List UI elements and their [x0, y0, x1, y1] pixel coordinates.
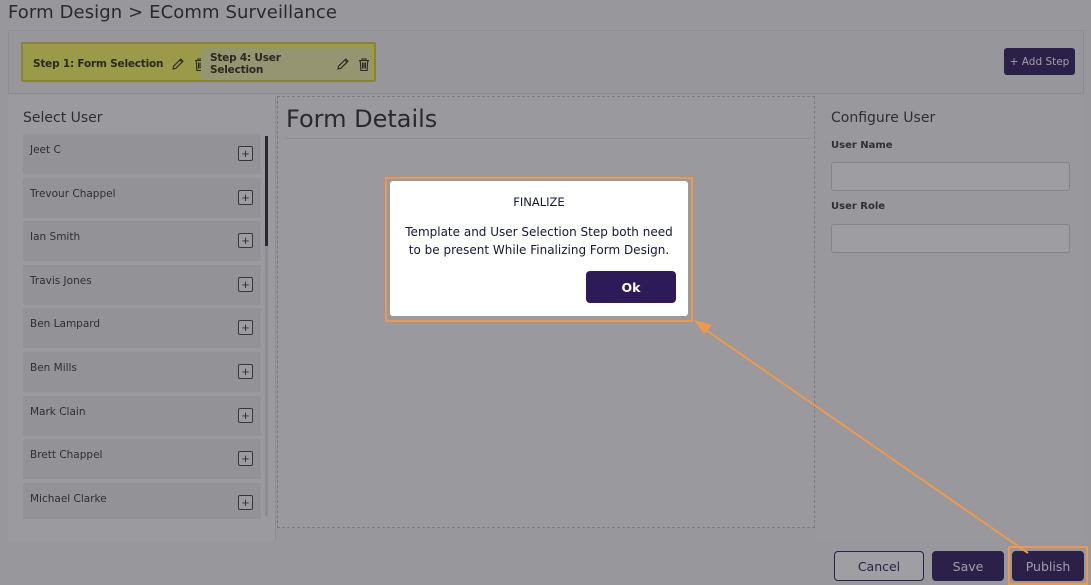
user-name: Brett Chappel: [30, 449, 103, 462]
form-details-title: Form Details: [286, 105, 438, 133]
user-name: Ben Mills: [30, 361, 77, 374]
user-list-item[interactable]: Mark Clain +: [23, 395, 261, 436]
user-list-item[interactable]: Jeet C +: [23, 134, 261, 174]
user-name: Jeet C: [30, 144, 61, 156]
steps-highlight: Step 1: Form Selection Step 4: User Sele…: [21, 42, 376, 82]
user-list[interactable]: Jeet C + Trevour Chappel + Ian Smith + Trav…: [23, 134, 261, 519]
user-list-item[interactable]: Trevour Chappel +: [23, 177, 261, 218]
select-user-title: Select User: [23, 110, 103, 126]
configure-user-title: Configure User: [831, 110, 936, 126]
user-name: Trevour Chappel: [30, 187, 116, 200]
steps-bar: Step 1: Form Selection Step 4: User Sele…: [8, 30, 1084, 94]
user-list-item[interactable]: Ian Smith +: [23, 221, 261, 262]
plus-square-icon[interactable]: +: [238, 494, 253, 510]
select-user-panel: Select User Jeet C + Trevour Chappel + Ian…: [8, 96, 276, 541]
user-name-label: User Name: [831, 140, 893, 151]
plus-square-icon[interactable]: +: [238, 189, 253, 205]
cancel-button[interactable]: Cancel: [834, 551, 924, 581]
dialog-message: Template and User Selection Step both ne…: [405, 225, 673, 257]
finalize-dialog: FINALIZE Template and User Selection Ste…: [390, 181, 688, 316]
user-name: Mark Clain: [30, 405, 86, 418]
user-name: Ben Lampard: [30, 318, 101, 331]
user-role-label: User Role: [831, 201, 886, 212]
user-list-item[interactable]: Michael Clarke +: [23, 482, 261, 519]
divider: [286, 138, 810, 139]
plus-square-icon[interactable]: +: [238, 146, 253, 161]
add-step-button[interactable]: + Add Step: [1004, 48, 1075, 75]
user-list-item[interactable]: Brett Chappel +: [23, 439, 261, 480]
plus-square-icon[interactable]: +: [238, 276, 253, 292]
save-button[interactable]: Save: [932, 551, 1004, 581]
plus-square-icon[interactable]: +: [238, 363, 253, 379]
user-list-scrollbar[interactable]: [265, 136, 268, 516]
configure-user-panel: Configure User User Name User Role: [816, 96, 1084, 541]
page-title: Form Design > EComm Surveillance: [8, 2, 338, 23]
user-list-item[interactable]: Ben Lampard +: [23, 308, 261, 349]
user-role-field[interactable]: [831, 224, 1070, 253]
step-chip-form-selection[interactable]: Step 1: Form Selection: [33, 48, 208, 80]
plus-square-icon[interactable]: +: [238, 407, 253, 423]
step-label: Step 4: User Selection: [210, 52, 281, 76]
plus-square-icon[interactable]: +: [238, 320, 253, 336]
user-name: Ian Smith: [30, 231, 81, 244]
dialog-title: FINALIZE: [513, 195, 565, 209]
pencil-icon[interactable]: [335, 56, 350, 72]
user-list-item[interactable]: Travis Jones +: [23, 264, 261, 305]
publish-annotation-frame: [1008, 546, 1088, 585]
user-name: Travis Jones: [30, 274, 92, 287]
step-chip-user-selection[interactable]: Step 4: User Selection: [201, 48, 371, 80]
plus-square-icon[interactable]: +: [238, 233, 253, 249]
trash-icon[interactable]: [356, 56, 371, 72]
pencil-icon[interactable]: [170, 56, 186, 72]
ok-button[interactable]: Ok: [586, 271, 676, 303]
user-list-item[interactable]: Ben Mills +: [23, 351, 261, 392]
scrollbar-thumb[interactable]: [265, 136, 268, 246]
user-name: Michael Clarke: [30, 492, 107, 505]
step-label: Step 1: Form Selection: [33, 58, 164, 70]
user-name-field[interactable]: [831, 162, 1070, 191]
plus-square-icon[interactable]: +: [238, 451, 253, 467]
